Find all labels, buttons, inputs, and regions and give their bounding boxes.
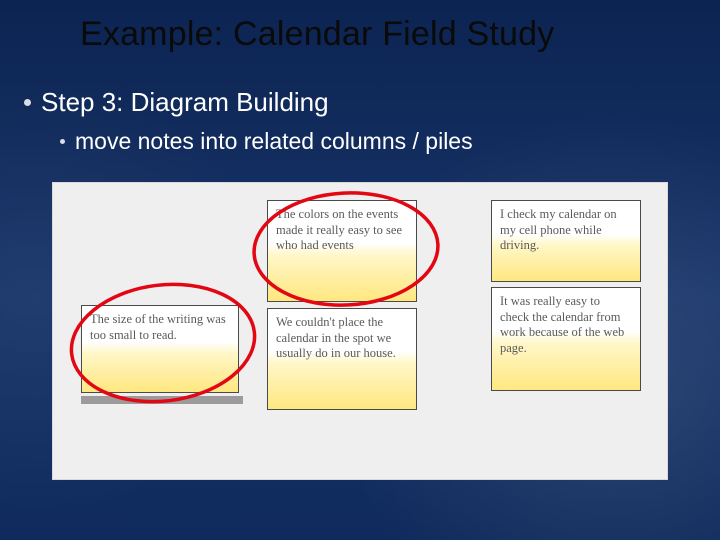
sticky-note-text: The size of the writing was too small to… (90, 312, 226, 342)
sticky-note: The colors on the events made it really … (267, 200, 417, 302)
sticky-note: It was really easy to check the calendar… (491, 287, 641, 391)
sticky-note-text: We couldn't place the calendar in the sp… (276, 315, 396, 360)
bullet-level-1: Step 3: Diagram Building (24, 87, 329, 118)
bullet-dot-icon (60, 139, 65, 144)
bullet-2-text: move notes into related columns / piles (75, 128, 473, 155)
bullet-dot-icon (24, 99, 31, 106)
sticky-note: I check my calendar on my cell phone whi… (491, 200, 641, 282)
sticky-note: We couldn't place the calendar in the sp… (267, 308, 417, 410)
affinity-canvas: The size of the writing was too small to… (52, 182, 668, 480)
slide-title: Example: Calendar Field Study (80, 15, 680, 54)
bullet-1-text: Step 3: Diagram Building (41, 87, 329, 118)
sticky-note-text: The colors on the events made it really … (276, 207, 402, 252)
slide: Example: Calendar Field Study Step 3: Di… (0, 0, 720, 540)
note-shadow (81, 396, 243, 404)
sticky-note-text: I check my calendar on my cell phone whi… (500, 207, 617, 252)
sticky-note: The size of the writing was too small to… (81, 305, 239, 393)
bullet-level-2: move notes into related columns / piles (60, 128, 473, 155)
sticky-note-text: It was really easy to check the calendar… (500, 294, 624, 355)
